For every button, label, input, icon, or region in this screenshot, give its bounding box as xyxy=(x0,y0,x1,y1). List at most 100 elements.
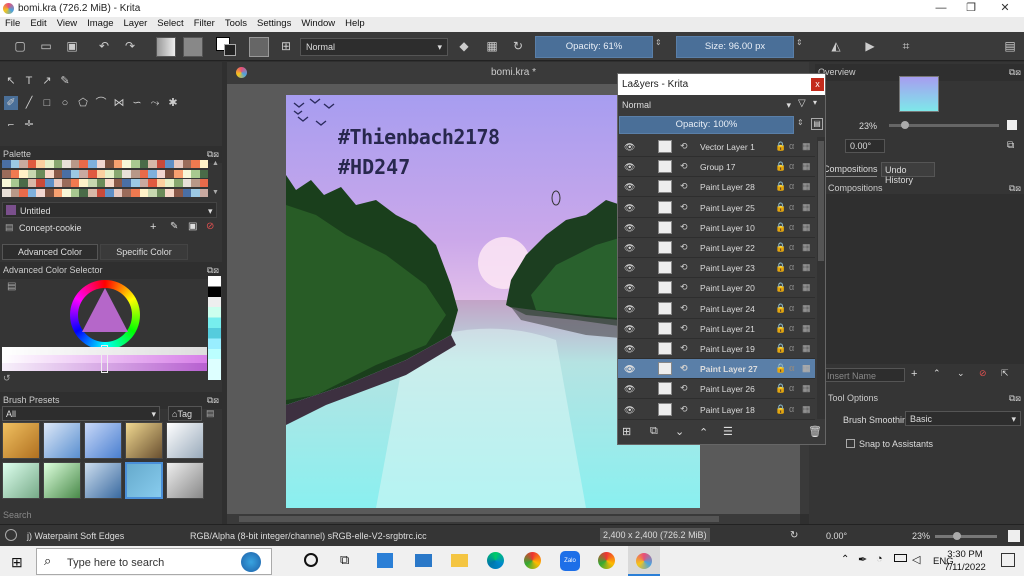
rotate-icon[interactable]: ↻ xyxy=(790,530,798,541)
palette-swatch[interactable] xyxy=(19,188,28,197)
visibility-eye-icon[interactable]: 👁 xyxy=(624,364,635,374)
palette-swatch[interactable] xyxy=(27,169,37,178)
pattern-selector-icon[interactable] xyxy=(183,37,203,57)
palette-swatch[interactable] xyxy=(191,188,200,197)
palette-swatch[interactable] xyxy=(62,179,71,188)
mirror-vertical-icon[interactable]: ▶ xyxy=(862,38,878,54)
clock-date[interactable]: 7/11/2022 xyxy=(938,562,992,573)
overview-zoom-slider[interactable] xyxy=(889,121,999,129)
menu-window[interactable]: Window xyxy=(296,17,340,30)
palette-swatch[interactable] xyxy=(45,169,54,178)
alpha-lock-icon[interactable]: α xyxy=(789,181,794,191)
layer-row[interactable]: 👁 ⟲ Paint Layer 10 🔒 α ▦ xyxy=(618,218,815,238)
close-layers-button[interactable]: x xyxy=(811,78,824,91)
tab-advanced-color-selector[interactable]: Advanced Color Selector xyxy=(2,244,98,271)
palette-swatch[interactable] xyxy=(53,169,63,178)
brush-view-icon[interactable]: ▤ xyxy=(206,408,215,419)
size-stepper-icon[interactable]: ⇕ xyxy=(796,38,803,47)
lock-icon[interactable]: 🔒 xyxy=(775,242,786,253)
palette-swatch[interactable] xyxy=(165,169,174,178)
chrome-profile-icon[interactable] xyxy=(598,552,615,569)
palette-swatch[interactable] xyxy=(113,169,123,178)
line-tool-icon[interactable]: ╱ xyxy=(22,96,36,110)
opacity-stepper-icon[interactable]: ⇕ xyxy=(797,118,804,127)
alpha-lock-icon[interactable]: α xyxy=(789,303,794,313)
opacity-stepper-icon[interactable]: ⇕ xyxy=(655,38,662,47)
palette-swatch[interactable] xyxy=(199,160,209,169)
reload-preset-icon[interactable]: ↻ xyxy=(510,38,526,54)
rotation-field[interactable]: 0.00° xyxy=(845,139,885,153)
smoothing-dropdown[interactable]: Basic ▾ xyxy=(905,411,1021,426)
palette-swatch[interactable] xyxy=(2,188,11,197)
brush-preset-tile[interactable] xyxy=(84,422,122,459)
palette-swatch[interactable] xyxy=(131,160,140,169)
layer-row[interactable]: 👁 ⟲ Paint Layer 22 🔒 α ▦ xyxy=(618,238,815,258)
visibility-eye-icon[interactable]: 👁 xyxy=(624,384,635,394)
palette-swatch[interactable] xyxy=(199,169,209,178)
palette-swatch[interactable] xyxy=(10,160,20,169)
visibility-eye-icon[interactable]: 👁 xyxy=(624,223,635,233)
palette-swatch[interactable] xyxy=(70,160,80,169)
palette-swatch[interactable] xyxy=(122,188,131,197)
edit-shape-icon[interactable]: ↗ xyxy=(40,74,54,88)
polyline-tool-icon[interactable]: ⌒ xyxy=(94,96,108,110)
preserve-alpha-icon[interactable]: ▦ xyxy=(484,38,500,54)
palette-swatch[interactable] xyxy=(36,160,45,169)
redo-icon[interactable]: ↷ xyxy=(122,38,138,54)
status-zoom-slider[interactable] xyxy=(935,532,997,540)
palette-swatch[interactable] xyxy=(2,169,11,178)
blend-mode-dropdown[interactable]: Normal ▾ xyxy=(300,38,448,56)
alpha-lock-icon[interactable]: α xyxy=(789,161,794,171)
palette-swatch[interactable] xyxy=(122,160,131,169)
zalo-icon[interactable]: Zalo xyxy=(560,551,580,571)
palette-scroll-up-icon[interactable]: ▲ xyxy=(212,160,219,167)
slider-handle[interactable] xyxy=(101,345,108,373)
menu-filter[interactable]: Filter xyxy=(189,17,220,30)
palette-swatch[interactable] xyxy=(79,188,88,197)
compositions-list[interactable] xyxy=(809,194,1024,364)
palette-swatch[interactable] xyxy=(156,169,166,178)
pen-tray-icon[interactable]: ✒ xyxy=(858,553,867,566)
taskbar-search-box[interactable]: ⌕ Type here to search xyxy=(36,548,272,575)
alpha-lock-icon[interactable]: α xyxy=(789,141,794,151)
brush-preset-tile[interactable] xyxy=(125,422,163,459)
palette-swatch[interactable] xyxy=(36,169,45,178)
layer-row[interactable]: 👁 ⟲ Paint Layer 19 🔒 α ▦ xyxy=(618,339,815,359)
lock-icon[interactable]: 🔒 xyxy=(775,161,786,172)
palette-swatch[interactable] xyxy=(139,160,149,169)
palette-swatch[interactable] xyxy=(53,188,63,197)
mail-icon[interactable] xyxy=(415,554,432,567)
size-slider[interactable]: Size: 96.00 px xyxy=(676,36,794,58)
dock-float-icon[interactable]: ⧉⊠ xyxy=(207,265,219,276)
inherit-alpha-icon[interactable]: ▦ xyxy=(802,222,811,233)
bezier-tool-icon[interactable]: ⋈ xyxy=(112,96,126,110)
lock-icon[interactable]: 🔒 xyxy=(775,323,786,334)
alpha-lock-icon[interactable]: α xyxy=(789,343,794,353)
export-composition-icon[interactable]: ⇱ xyxy=(1001,368,1009,379)
freehand-brush-icon[interactable]: ✐ xyxy=(4,96,18,110)
inherit-alpha-icon[interactable]: ▦ xyxy=(802,141,811,152)
menu-edit[interactable]: Edit xyxy=(25,17,51,30)
brush-preset-tile[interactable] xyxy=(2,422,40,459)
volume-icon[interactable]: ◁ xyxy=(912,553,920,566)
palette-swatch[interactable] xyxy=(2,160,11,169)
menu-help[interactable]: Help xyxy=(340,17,370,30)
palette-swatch[interactable] xyxy=(19,160,28,169)
palette-swatch[interactable] xyxy=(88,179,97,188)
palette-swatch[interactable] xyxy=(182,160,192,169)
palette-swatch[interactable] xyxy=(53,160,63,169)
palette-swatch[interactable] xyxy=(131,179,140,188)
cortana-icon[interactable] xyxy=(304,553,318,567)
menu-view[interactable]: View xyxy=(52,17,82,30)
palette-swatch[interactable] xyxy=(156,160,166,169)
canvas-horizontal-scrollbar[interactable] xyxy=(227,514,800,524)
alpha-lock-icon[interactable]: α xyxy=(789,262,794,272)
palette-swatch[interactable] xyxy=(182,169,192,178)
brush-preset-tile[interactable] xyxy=(166,422,204,459)
color-triangle[interactable] xyxy=(82,288,128,332)
palette-swatch[interactable] xyxy=(62,160,71,169)
palette-swatch[interactable] xyxy=(79,160,88,169)
move-layer-down-icon[interactable]: ⌄ xyxy=(675,425,684,438)
select-tool-icon[interactable]: ↖ xyxy=(4,74,18,88)
palette-swatch[interactable] xyxy=(148,188,157,197)
